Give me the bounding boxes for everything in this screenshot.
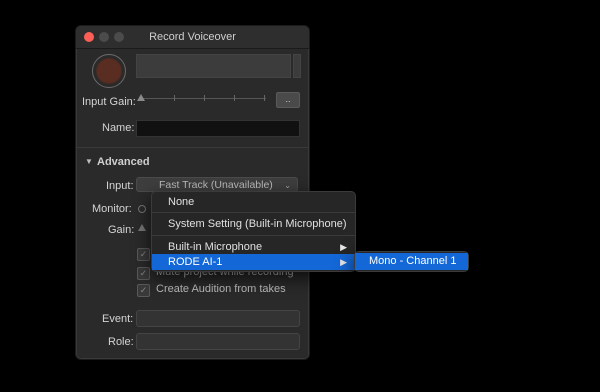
- input-popup[interactable]: Fast Track (Unavailable) ⌄: [136, 177, 298, 192]
- menu-separator: [152, 212, 355, 213]
- title-bar: Record Voiceover: [76, 26, 309, 49]
- menu-item-mono-channel-1[interactable]: Mono - Channel 1: [355, 253, 468, 270]
- divider: [76, 147, 309, 148]
- event-label: Event:: [102, 313, 134, 325]
- name-label: Name:: [102, 122, 135, 134]
- record-button[interactable]: [92, 54, 126, 88]
- menu-item-label: None: [168, 196, 195, 208]
- menu-item-none[interactable]: None: [152, 194, 355, 210]
- slider-tick: [264, 95, 265, 101]
- menu-item-system-setting[interactable]: System Setting (Built-in Microphone): [152, 216, 355, 232]
- input-popup-value: Fast Track (Unavailable): [159, 179, 273, 191]
- advanced-section-label[interactable]: Advanced: [97, 156, 150, 168]
- menu-item-label: Built-in Microphone: [168, 241, 263, 253]
- slider-tick: [174, 95, 175, 101]
- checkbox-mute-project[interactable]: ✓: [137, 267, 150, 280]
- level-meter: [136, 54, 291, 78]
- name-field[interactable]: [136, 120, 300, 137]
- checkmark-icon: ✓: [139, 285, 148, 295]
- slider-tick: [234, 95, 235, 101]
- menu-item-label: System Setting (Built-in Microphone): [168, 218, 347, 230]
- input-popup-menu: None System Setting (Built-in Microphone…: [151, 191, 356, 272]
- slider-tick: [204, 95, 205, 101]
- menu-separator: [152, 235, 355, 236]
- input-gain-button[interactable]: ..: [276, 92, 300, 108]
- checkbox[interactable]: ✓: [137, 248, 150, 261]
- gain-label: Gain:: [108, 224, 135, 236]
- level-meter-peak: [293, 54, 301, 78]
- monitor-radio[interactable]: [138, 205, 146, 213]
- checkbox-create-audition-label: Create Audition from takes: [156, 283, 286, 295]
- menu-item-rode-ai-1[interactable]: RODE AI-1 ▶: [152, 254, 355, 270]
- rode-submenu: Mono - Channel 1: [354, 251, 469, 272]
- disclosure-triangle-icon[interactable]: ▼: [85, 157, 93, 166]
- role-popup[interactable]: [136, 333, 300, 350]
- menu-item-label: Mono - Channel 1: [369, 255, 457, 267]
- monitor-label: Monitor:: [92, 203, 132, 215]
- gain-slider-thumb-icon[interactable]: [138, 224, 146, 231]
- event-popup[interactable]: [136, 310, 300, 327]
- role-label: Role:: [108, 336, 134, 348]
- menu-item-built-in-microphone[interactable]: Built-in Microphone ▶: [152, 239, 355, 255]
- window-title: Record Voiceover: [149, 31, 236, 43]
- checkmark-icon: ✓: [139, 268, 148, 278]
- input-label: Input:: [106, 180, 134, 192]
- input-gain-label: Input Gain:: [82, 96, 136, 108]
- submenu-arrow-icon: ▶: [340, 257, 347, 267]
- slider-thumb-icon[interactable]: [137, 94, 145, 101]
- submenu-arrow-icon: ▶: [340, 242, 347, 252]
- checkmark-icon: ✓: [139, 249, 148, 259]
- checkbox-create-audition[interactable]: ✓: [137, 284, 150, 297]
- menu-item-label: RODE AI-1: [168, 256, 223, 268]
